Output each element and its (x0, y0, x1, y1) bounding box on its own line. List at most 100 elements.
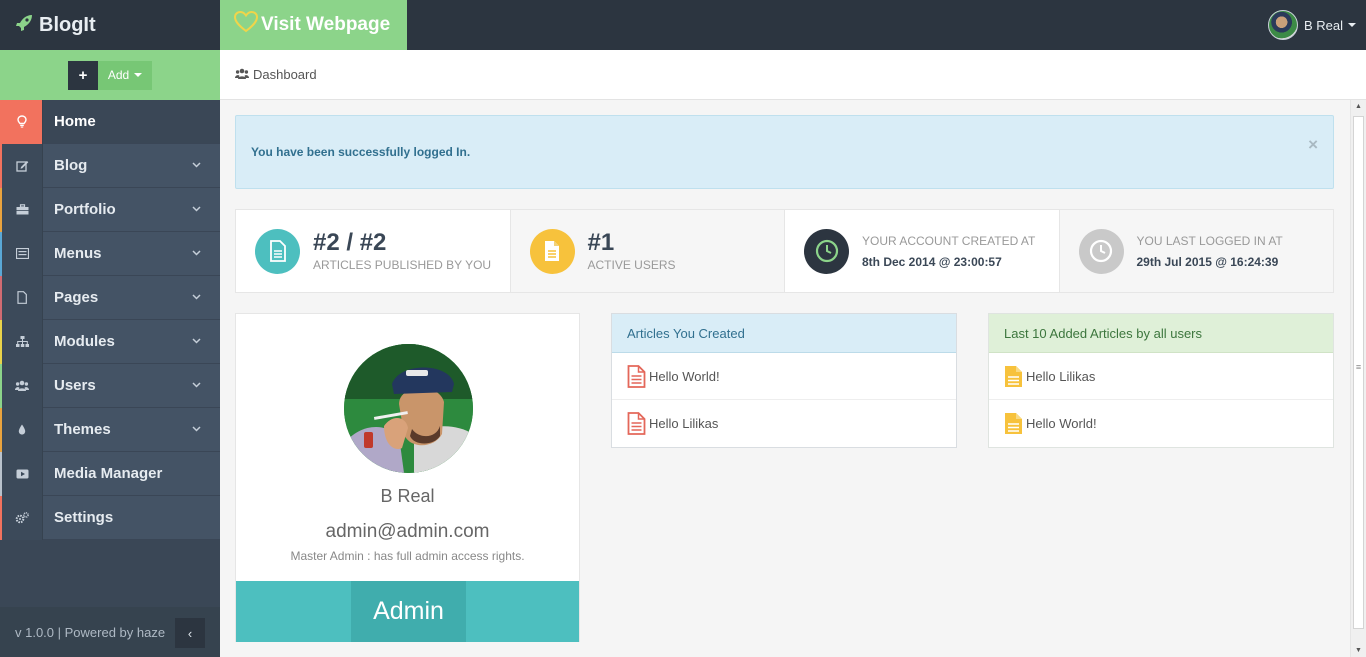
stats-bar: #2 / #2 ARTICLES PUBLISHED BY YOU #1 ACT… (235, 209, 1334, 293)
stat-caption: ACTIVE USERS (587, 257, 676, 272)
stat-last-login: YOU LAST LOGGED IN AT 29th Jul 2015 @ 16… (1059, 210, 1333, 292)
sidebar-item-modules[interactable]: Modules (0, 319, 220, 364)
add-dropdown-button[interactable]: Add (98, 60, 152, 90)
chevron-down-icon (192, 336, 220, 347)
clock-icon (1078, 228, 1124, 274)
scrollbar[interactable]: ▲ ▼ (1350, 100, 1366, 657)
article-title: Hello World! (1026, 416, 1097, 431)
article-title: Hello Lilikas (1026, 368, 1096, 384)
panel-title: Articles You Created (612, 314, 956, 353)
user-menu-toggle[interactable]: B Real (1267, 10, 1356, 40)
stat-value: 8th Dec 2014 @ 23:00:57 (862, 254, 1002, 269)
clock-icon (804, 228, 849, 274)
list-item[interactable]: Hello World! (989, 400, 1333, 447)
sidebar-item-blog[interactable]: Blog (0, 143, 220, 188)
stat-caption: YOUR ACCOUNT CREATED AT (862, 233, 1036, 248)
breadcrumb: Dashboard (220, 50, 1366, 100)
scroll-up-arrow[interactable]: ▲ (1355, 103, 1362, 110)
sidebar-item-label: Pages (54, 289, 99, 306)
chevron-down-icon (192, 380, 220, 391)
chevron-down-icon (1348, 23, 1356, 27)
role-badge: Admin (351, 581, 466, 642)
list-item[interactable]: Hello Lilikas (989, 353, 1333, 400)
sidebar-item-label: Portfolio (54, 201, 116, 218)
sidebar-item-menus[interactable]: Menus (0, 231, 220, 276)
sidebar-item-label: Home (54, 113, 96, 130)
sidebar-item-media-manager[interactable]: Media Manager (0, 451, 220, 496)
sidebar-item-label: Users (54, 377, 96, 394)
droplet-icon (0, 407, 43, 452)
chevron-down-icon (192, 204, 220, 215)
login-success-alert: You have been successfully logged In. × (235, 115, 1334, 189)
users-icon (235, 68, 249, 82)
chevron-down-icon (192, 292, 220, 303)
stat-value: #1 (587, 229, 615, 257)
briefcase-icon (0, 187, 43, 232)
file-icon (255, 228, 300, 274)
sidebar-item-users[interactable]: Users (0, 363, 220, 408)
profile-card: B Real admin@admin.com Master Admin : ha… (235, 313, 580, 642)
sidebar-item-label: Themes (54, 421, 111, 438)
sitemap-icon (0, 319, 43, 364)
article-title: Hello Lilikas (649, 416, 719, 431)
profile-name: B Real (380, 486, 435, 506)
user-name: B Real (1303, 17, 1343, 33)
profile-email: admin@admin.com (325, 521, 490, 542)
rocket-icon (15, 14, 33, 37)
lightbulb-icon (0, 99, 43, 144)
sidebar-item-settings[interactable]: Settings (0, 495, 220, 540)
breadcrumb-dashboard[interactable]: Dashboard (253, 67, 317, 82)
sidebar-item-label: Settings (54, 509, 114, 526)
heart-icon (233, 10, 259, 39)
close-icon[interactable]: × (1308, 135, 1318, 155)
file-icon (529, 228, 575, 274)
chevron-down-icon (192, 248, 220, 259)
stat-value: 29th Jul 2015 @ 16:24:39 (1136, 254, 1279, 269)
scroll-down-arrow[interactable]: ▼ (1355, 647, 1362, 654)
stat-account-created: YOUR ACCOUNT CREATED AT 8th Dec 2014 @ 2… (785, 210, 1060, 292)
last-added-articles-panel: Last 10 Added Articles by all users Hell… (988, 313, 1334, 448)
edit-icon (0, 143, 43, 188)
avatar (1267, 10, 1298, 40)
file-text-icon (627, 412, 646, 435)
menu-list-icon (0, 231, 43, 276)
sidebar: + Add Home Blog Portfolio Menus Pages Mo… (0, 50, 220, 657)
stat-caption: YOU LAST LOGGED IN AT (1136, 233, 1283, 248)
scroll-thumb[interactable] (1353, 116, 1364, 629)
add-button-group: + Add (68, 60, 152, 90)
add-label: Add (107, 68, 130, 82)
stat-articles-published: #2 / #2 ARTICLES PUBLISHED BY YOU (236, 210, 511, 292)
add-bar: + Add (0, 50, 220, 100)
avatar (344, 344, 473, 473)
profile-footer: Admin (236, 581, 579, 642)
visit-webpage-label: Visit Webpage (261, 14, 391, 35)
stat-value: #2 / #2 (313, 229, 387, 257)
stat-caption: ARTICLES PUBLISHED BY YOU (313, 257, 492, 272)
panel-title: Last 10 Added Articles by all users (989, 314, 1333, 353)
plus-icon[interactable]: + (68, 60, 98, 90)
file-text-icon (627, 364, 646, 388)
collapse-sidebar-button[interactable]: ‹ (175, 618, 205, 648)
brand-name: BlogIt (39, 13, 96, 36)
alert-message: You have been successfully logged In. (251, 145, 471, 159)
sidebar-item-label: Menus (54, 245, 102, 262)
chevron-down-icon (134, 73, 143, 77)
sidebar-item-themes[interactable]: Themes (0, 407, 220, 452)
brand-logo[interactable]: BlogIt (0, 0, 220, 50)
list-item[interactable]: Hello World! (612, 353, 956, 400)
sidebar-footer: v 1.0.0 | Powered by haze ‹ (0, 607, 220, 657)
sidebar-item-pages[interactable]: Pages (0, 275, 220, 320)
sidebar-item-home[interactable]: Home (0, 99, 220, 144)
list-item[interactable]: Hello Lilikas (612, 400, 956, 447)
articles-you-created-panel: Articles You Created Hello World! Hello … (611, 313, 957, 448)
file-icon (1004, 365, 1023, 388)
visit-webpage-button[interactable]: Visit Webpage (220, 0, 407, 50)
profile-role-description: Master Admin : has full admin access rig… (290, 549, 525, 563)
page-icon (0, 275, 43, 320)
sidebar-item-portfolio[interactable]: Portfolio (0, 187, 220, 232)
stat-active-users: #1 ACTIVE USERS (510, 210, 785, 292)
chevron-down-icon (192, 160, 220, 171)
chevron-down-icon (192, 424, 220, 435)
version-text: v 1.0.0 | Powered by haze (15, 624, 166, 640)
file-icon (1004, 412, 1023, 435)
